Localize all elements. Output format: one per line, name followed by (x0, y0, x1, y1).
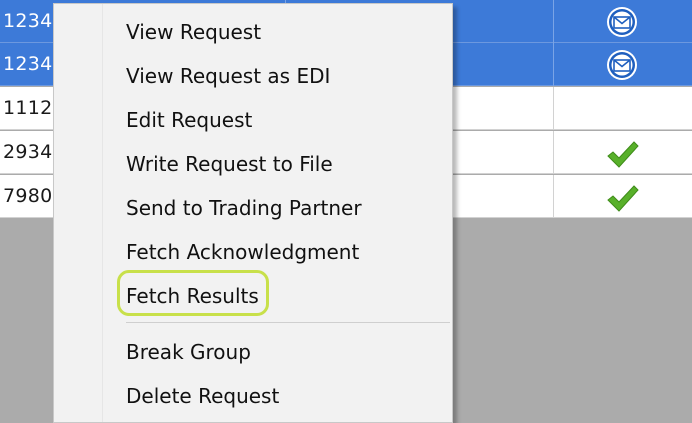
menu-item-view-request[interactable]: View Request (55, 9, 451, 53)
menu-item-label: View Request as EDI (126, 64, 331, 88)
menu-item-fetch-results[interactable]: Fetch Results (55, 273, 451, 317)
envelope-icon (604, 4, 640, 40)
menu-item-delete-request[interactable]: Delete Request (55, 373, 451, 417)
menu-item-label: Send to Trading Partner (126, 196, 362, 220)
request-id: 1234 (3, 10, 53, 32)
checkmark-icon (604, 181, 640, 217)
menu-item-send-to-trading-partner[interactable]: Send to Trading Partner (55, 185, 451, 229)
checkmark-icon (604, 137, 640, 173)
request-id: 1112 (3, 97, 53, 119)
menu-item-label: Fetch Acknowledgment (126, 240, 360, 264)
menu-item-fetch-acknowledgment[interactable]: Fetch Acknowledgment (55, 229, 451, 273)
menu-item-label: Delete Request (126, 384, 280, 408)
context-menu: View Request View Request as EDI Edit Re… (53, 3, 453, 423)
menu-item-break-group[interactable]: Break Group (55, 329, 451, 373)
menu-separator (126, 322, 450, 323)
menu-item-label: Write Request to File (126, 152, 333, 176)
request-id: 7980 (3, 185, 53, 207)
menu-item-label: View Request (126, 20, 262, 44)
menu-item-view-request-as-edi[interactable]: View Request as EDI (55, 53, 451, 97)
status-cell[interactable] (553, 87, 692, 130)
menu-item-write-request-to-file[interactable]: Write Request to File (55, 141, 451, 185)
menu-item-label: Edit Request (126, 108, 253, 132)
menu-item-edit-request[interactable]: Edit Request (55, 97, 451, 141)
envelope-icon (604, 47, 640, 83)
request-id: 1234 (3, 53, 53, 75)
request-id: 2934 (3, 141, 53, 163)
menu-item-label: Break Group (126, 340, 251, 364)
menu-item-label: Fetch Results (126, 284, 259, 308)
